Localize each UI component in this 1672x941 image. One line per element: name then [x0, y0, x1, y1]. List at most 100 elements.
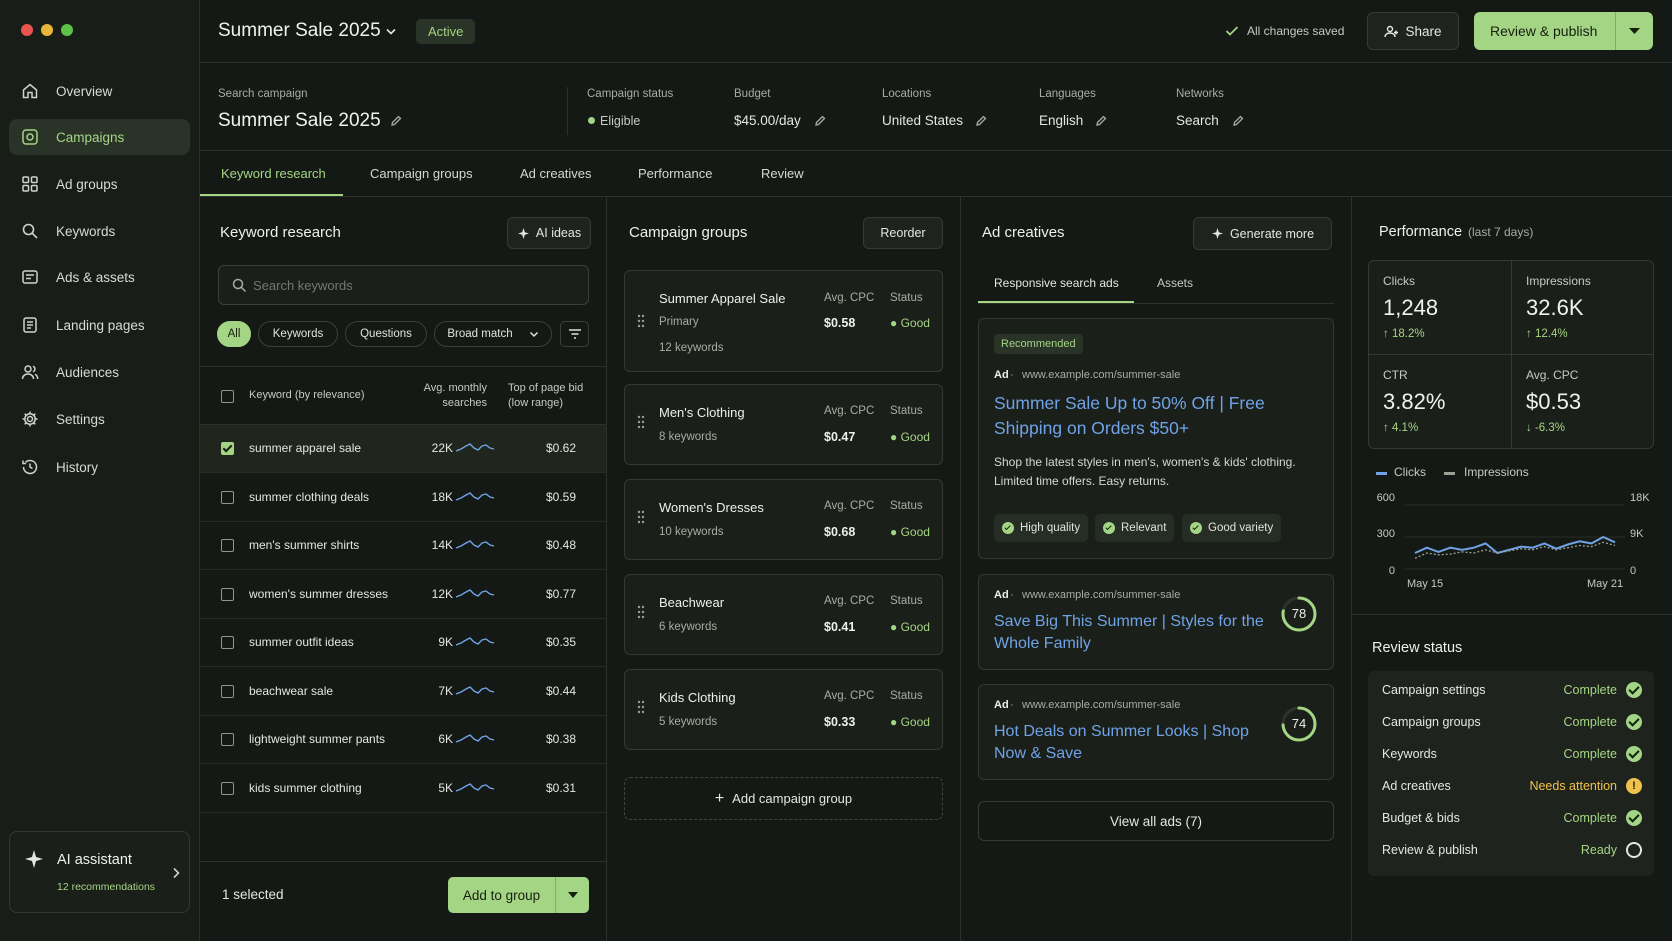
row-checkbox[interactable] — [221, 733, 234, 746]
group-name: Summer Apparel Sale — [659, 291, 786, 306]
search-keywords-input[interactable] — [218, 265, 589, 305]
table-row[interactable]: summer clothing deals 18K $0.59 — [200, 474, 606, 522]
review-row[interactable]: Campaign settings Complete — [1382, 682, 1642, 714]
group-card-beachwear[interactable]: Beachwear 6 keywords Avg. CPC $0.41 Stat… — [624, 574, 943, 655]
arrow-up-icon: ↑ — [1526, 328, 1535, 340]
caret-down-icon[interactable] — [556, 890, 589, 900]
sidebar-item-history[interactable]: History — [9, 449, 190, 485]
drag-handle-icon[interactable] — [637, 415, 645, 429]
broad-match-select[interactable]: Broad match — [434, 321, 552, 347]
ai-recommendations-count: 12 recommendations — [57, 881, 156, 893]
sidebar-item-audiences[interactable]: Audiences — [9, 354, 190, 390]
sidebar-item-overview[interactable]: Overview — [9, 73, 190, 109]
edit-pencil-icon[interactable] — [1095, 115, 1107, 127]
sidebar-item-ads-assets[interactable]: Ads & assets — [9, 259, 190, 295]
window-maximize-dot[interactable] — [61, 24, 73, 36]
monthly-searches: 9K — [438, 635, 453, 649]
tab-ad-creatives[interactable]: Ad creatives — [520, 166, 592, 181]
ai-assistant-panel[interactable]: AI assistant 12 recommendations — [9, 831, 190, 913]
row-checkbox[interactable] — [221, 442, 234, 455]
subtab-responsive-search-ads[interactable]: Responsive search ads — [994, 276, 1119, 290]
table-row[interactable]: summer apparel sale 22K $0.62 — [200, 425, 606, 473]
review-row[interactable]: Budget & bids Complete — [1382, 810, 1642, 842]
group-card-womens-dresses[interactable]: Women's Dresses 10 keywords Avg. CPC $0.… — [624, 479, 943, 560]
tab-review[interactable]: Review — [761, 166, 804, 181]
row-checkbox[interactable] — [221, 490, 234, 504]
tab-campaign-groups[interactable]: Campaign groups — [370, 166, 473, 181]
select-all-checkbox[interactable] — [221, 390, 234, 403]
review-row[interactable]: Campaign groups Complete — [1382, 714, 1642, 746]
ai-ideas-button[interactable]: AI ideas — [507, 217, 591, 249]
group-card-summer-apparel[interactable]: Summer Apparel Sale Primary 12 keywords … — [624, 270, 943, 372]
status-badge: Active — [416, 19, 476, 44]
top-bid: $0.77 — [545, 586, 576, 601]
review-item-label: Budget & bids — [1382, 811, 1460, 825]
filter-questions[interactable]: Questions — [345, 321, 427, 347]
top-bid: $0.59 — [545, 489, 576, 504]
row-checkbox[interactable] — [221, 781, 234, 795]
ad-headline[interactable]: Summer Sale Up to 50% Off | Free Shippin… — [994, 391, 1304, 441]
view-all-ads-button[interactable]: View all ads (7) — [978, 801, 1334, 841]
grid-icon — [22, 176, 38, 192]
table-row[interactable]: summer outfit ideas 9K $0.35 — [200, 619, 606, 667]
drag-handle-icon[interactable] — [637, 700, 645, 714]
sidebar-item-label: Ad groups — [56, 176, 118, 192]
group-card-kids-clothing[interactable]: Kids Clothing 5 keywords Avg. CPC $0.33 … — [624, 669, 943, 750]
tab-keyword-research[interactable]: Keyword research — [221, 166, 326, 181]
group-card-mens-clothing[interactable]: Men's Clothing 8 keywords Avg. CPC $0.47… — [624, 384, 943, 465]
sidebar-item-settings[interactable]: Settings — [9, 401, 190, 437]
table-row[interactable]: kids summer clothing 5K $0.31 — [200, 765, 606, 813]
campaign-status-label: Campaign status — [587, 88, 674, 100]
edit-pencil-icon[interactable] — [390, 115, 402, 127]
caret-down-icon[interactable] — [1616, 26, 1653, 36]
drag-handle-icon[interactable] — [637, 510, 645, 524]
add-to-group-button[interactable]: Add to group — [448, 877, 589, 913]
review-row[interactable]: Keywords Complete — [1382, 746, 1642, 778]
window-minimize-dot[interactable] — [41, 24, 53, 36]
window-close-dot[interactable] — [21, 24, 33, 36]
edit-pencil-icon[interactable] — [975, 115, 987, 127]
drag-handle-icon[interactable] — [637, 314, 645, 328]
group-status: ● Good — [890, 430, 930, 444]
ad-headline[interactable]: Save Big This Summer | Styles for the Wh… — [994, 611, 1269, 655]
ad-card[interactable]: Ad · www.example.com/summer-sale Save Bi… — [978, 574, 1334, 670]
sidebar-item-ad-groups[interactable]: Ad groups — [9, 166, 190, 202]
ad-card[interactable]: Ad · www.example.com/summer-sale Hot Dea… — [978, 684, 1334, 780]
group-tag: Primary — [659, 316, 699, 328]
review-publish-button[interactable]: Review & publish — [1474, 12, 1653, 50]
review-row[interactable]: Review & publish Ready — [1382, 842, 1642, 874]
row-checkbox[interactable] — [221, 539, 234, 552]
drag-handle-icon[interactable] — [637, 605, 645, 619]
generate-more-button[interactable]: Generate more — [1193, 217, 1332, 250]
trend-sparkline — [455, 685, 495, 695]
featured-ad-card[interactable]: Recommended Ad · www.example.com/summer-… — [978, 318, 1334, 559]
filter-button[interactable] — [560, 321, 589, 347]
edit-pencil-icon[interactable] — [1232, 115, 1244, 127]
check-circle-icon — [1626, 746, 1642, 762]
chevron-down-icon[interactable] — [385, 27, 397, 36]
home-icon — [22, 83, 38, 99]
table-row[interactable]: women's summer dresses 12K $0.77 — [200, 571, 606, 619]
share-button[interactable]: Share — [1367, 12, 1459, 50]
ad-headline[interactable]: Hot Deals on Summer Looks | Shop Now & S… — [994, 721, 1269, 765]
subtab-assets[interactable]: Assets — [1157, 276, 1193, 290]
reorder-button[interactable]: Reorder — [863, 217, 943, 249]
filter-all[interactable]: All — [217, 321, 251, 347]
row-checkbox[interactable] — [221, 587, 234, 601]
table-row[interactable]: lightweight summer pants 6K $0.38 — [200, 716, 606, 764]
add-campaign-group-button[interactable]: + Add campaign group — [624, 777, 943, 820]
review-row[interactable]: Ad creatives Needs attention! — [1382, 778, 1642, 810]
search-keywords-field[interactable] — [253, 275, 573, 295]
table-row[interactable]: beachwear sale 7K $0.44 — [200, 668, 606, 716]
ad-url: www.example.com/summer-sale — [1022, 369, 1181, 381]
tab-performance[interactable]: Performance — [638, 166, 712, 181]
table-row[interactable]: men's summer shirts 14K $0.48 — [200, 522, 606, 570]
edit-pencil-icon[interactable] — [814, 115, 826, 127]
filter-keywords[interactable]: Keywords — [258, 321, 338, 347]
row-checkbox[interactable] — [221, 684, 234, 698]
sidebar-item-campaigns[interactable]: Campaigns — [9, 119, 190, 155]
sidebar-item-landing-pages[interactable]: Landing pages — [9, 307, 190, 343]
share-label: Share — [1405, 23, 1442, 39]
row-checkbox[interactable] — [221, 636, 234, 649]
sidebar-item-keywords[interactable]: Keywords — [9, 213, 190, 249]
